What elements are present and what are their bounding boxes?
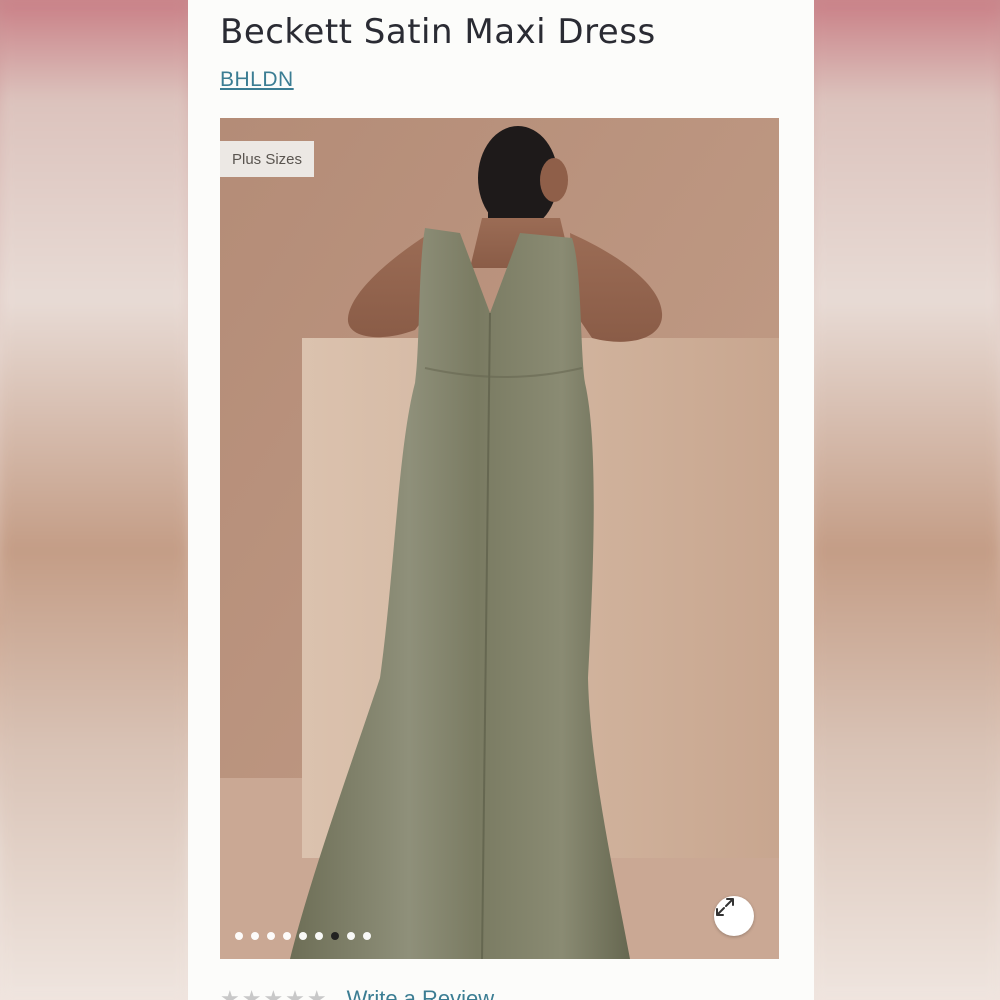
carousel-dot[interactable] (267, 932, 275, 940)
brand-link[interactable]: BHLDN (220, 68, 294, 92)
carousel-dot[interactable] (315, 932, 323, 940)
carousel-dot[interactable] (251, 932, 259, 940)
expand-arrows-icon (716, 898, 734, 916)
product-title: Beckett Satin Maxi Dress (220, 12, 656, 52)
carousel-dot[interactable] (331, 932, 339, 940)
product-image-gallery[interactable]: Plus Sizes (220, 118, 779, 959)
plus-sizes-badge: Plus Sizes (220, 141, 314, 177)
carousel-dot[interactable] (283, 932, 291, 940)
carousel-dots (235, 932, 371, 940)
rating-stars: ★★★★★ (220, 986, 329, 1000)
review-row: ★★★★★ Write a Review (220, 986, 494, 1000)
background-blur-right (812, 0, 1000, 1000)
carousel-dot[interactable] (347, 932, 355, 940)
background-blur-left (0, 0, 188, 1000)
product-photo (220, 118, 779, 959)
write-review-link[interactable]: Write a Review (347, 986, 495, 1000)
carousel-dot[interactable] (363, 932, 371, 940)
carousel-dot[interactable] (235, 932, 243, 940)
product-page: Beckett Satin Maxi Dress BHLDN Plus Size… (188, 0, 814, 1000)
carousel-dot[interactable] (299, 932, 307, 940)
expand-image-button[interactable] (714, 896, 754, 936)
